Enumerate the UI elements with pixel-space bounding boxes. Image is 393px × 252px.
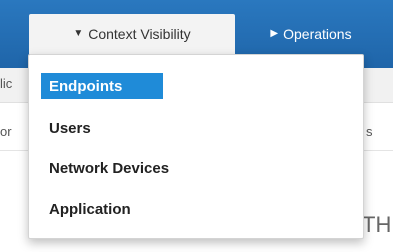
- background-text-fragment: or: [0, 124, 12, 139]
- caret-right-icon: ▶: [270, 28, 279, 39]
- background-text-fragment: s: [366, 124, 373, 139]
- menu-item-users[interactable]: Users: [41, 115, 99, 141]
- background-heading-fragment: TH: [362, 212, 392, 237]
- operations-label: Operations: [283, 26, 352, 42]
- operations-tab[interactable]: ▶ Operations: [241, 14, 381, 54]
- menu-item-application[interactable]: Application: [41, 196, 139, 222]
- context-visibility-label: Context Visibility: [88, 26, 191, 42]
- background-text-fragment: lic: [0, 76, 13, 91]
- caret-down-icon: ▼: [73, 28, 84, 39]
- menu-item-network-devices[interactable]: Network Devices: [41, 155, 177, 181]
- context-visibility-dropdown-menu: Endpoints Users Network Devices Applicat…: [28, 54, 364, 239]
- menu-item-endpoints[interactable]: Endpoints: [41, 73, 163, 99]
- context-visibility-tab[interactable]: ▼ Context Visibility: [29, 14, 235, 54]
